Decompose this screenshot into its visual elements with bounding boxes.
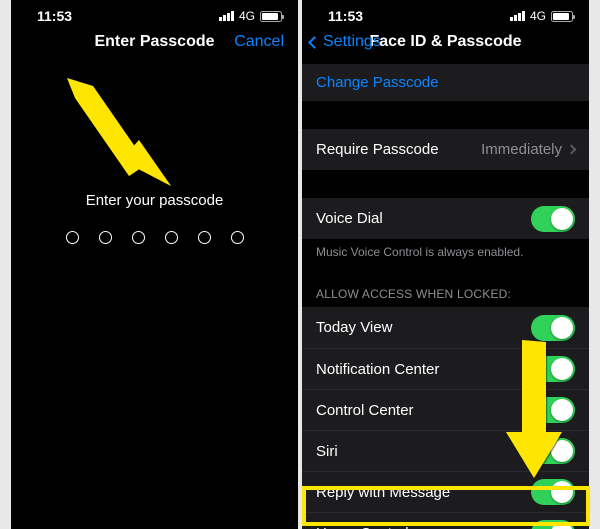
row-label: Home Control <box>316 525 409 529</box>
row-label: Voice Dial <box>316 210 383 227</box>
locked-row: Home Control <box>302 512 589 529</box>
row-value: Immediately <box>481 141 575 158</box>
row-label: Notification Center <box>316 361 439 378</box>
row-toggle[interactable] <box>531 397 575 423</box>
chevron-right-icon <box>567 145 577 155</box>
passcode-dot <box>99 231 112 244</box>
row-toggle[interactable] <box>531 315 575 341</box>
row-label: Today View <box>316 319 392 336</box>
row-toggle[interactable] <box>531 520 575 529</box>
change-passcode-link[interactable]: Change Passcode <box>302 64 589 101</box>
row-label: Siri <box>316 443 338 460</box>
section-spacer <box>302 101 589 129</box>
row-label: Reply with Message <box>316 484 450 501</box>
passcode-dots[interactable] <box>11 231 298 244</box>
passcode-dot <box>231 231 244 244</box>
locked-row: Control Center <box>302 389 589 430</box>
section-spacer <box>302 170 589 198</box>
row-toggle[interactable] <box>531 438 575 464</box>
annotation-arrow-icon <box>61 78 191 208</box>
cancel-button[interactable]: Cancel <box>234 33 284 51</box>
status-bar: 11:53 4G <box>302 0 589 20</box>
status-bar: 11:53 4G <box>11 0 298 20</box>
nav-bar: Enter Passcode Cancel <box>11 20 298 64</box>
screen-enter-passcode: 11:53 4G Enter Passcode Cancel Enter you… <box>11 0 298 529</box>
nav-title: Face ID & Passcode <box>369 33 521 51</box>
screen-faceid-passcode: 11:53 4G Settings Face ID & Passcode Cha… <box>302 0 589 529</box>
row-toggle[interactable] <box>531 356 575 382</box>
row-label: Require Passcode <box>316 141 439 158</box>
back-button[interactable]: Settings <box>310 33 381 51</box>
voice-dial-toggle[interactable] <box>531 206 575 232</box>
passcode-dot <box>132 231 145 244</box>
passcode-area: Enter your passcode <box>11 192 298 244</box>
row-toggle[interactable] <box>531 479 575 505</box>
chevron-left-icon <box>308 36 321 49</box>
voice-dial-note: Music Voice Control is always enabled. <box>302 239 589 273</box>
row-label: Control Center <box>316 402 414 419</box>
locked-row: Reply with Message <box>302 471 589 512</box>
nav-title: Enter Passcode <box>94 33 214 51</box>
passcode-dot <box>198 231 211 244</box>
voice-dial-row: Voice Dial <box>302 198 589 239</box>
passcode-dot <box>66 231 79 244</box>
passcode-dot <box>165 231 178 244</box>
locked-row: Siri <box>302 430 589 471</box>
nav-bar: Settings Face ID & Passcode <box>302 20 589 64</box>
require-passcode-row[interactable]: Require Passcode Immediately <box>302 129 589 170</box>
locked-access-list: Today View Notification Center Control Cen… <box>302 307 589 529</box>
locked-row: Notification Center <box>302 348 589 389</box>
locked-section-header: ALLOW ACCESS WHEN LOCKED: <box>302 273 589 307</box>
passcode-prompt: Enter your passcode <box>11 192 298 209</box>
locked-row: Today View <box>302 307 589 348</box>
back-label: Settings <box>323 33 381 51</box>
